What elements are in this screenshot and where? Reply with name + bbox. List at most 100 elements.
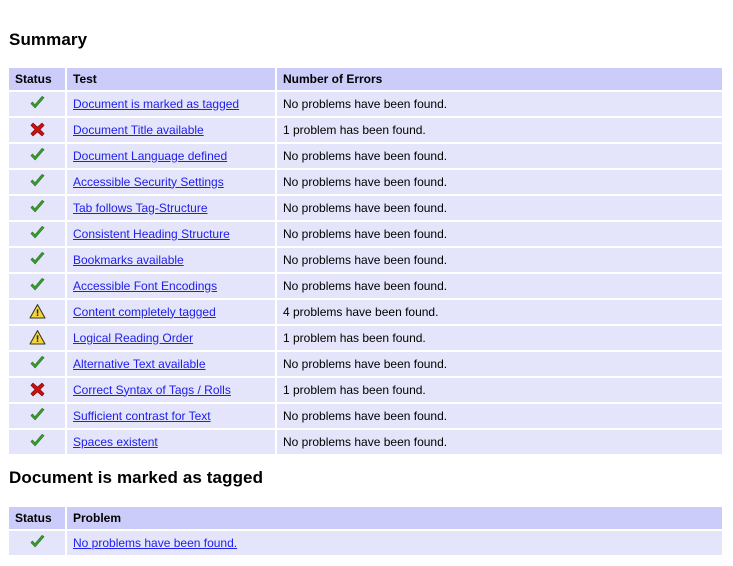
- test-name-link[interactable]: Bookmarks available: [73, 253, 184, 267]
- table-row: Accessible Security Settings No problems …: [9, 170, 722, 194]
- warning-icon: [28, 329, 46, 346]
- summary-table: Status Test Number of Errors Document is…: [7, 66, 724, 456]
- error-count-text: 1 problem has been found.: [277, 378, 722, 402]
- test-name-cell: Alternative Text available: [67, 352, 275, 376]
- test-name-link[interactable]: Logical Reading Order: [73, 331, 193, 345]
- detail-table-body: No problems have been found.: [9, 531, 722, 555]
- test-name-cell: Accessible Font Encodings: [67, 274, 275, 298]
- test-name-cell: Document Title available: [67, 118, 275, 142]
- status-cell: [9, 404, 65, 428]
- test-name-link[interactable]: Accessible Font Encodings: [73, 279, 217, 293]
- status-cell: [9, 144, 65, 168]
- status-cell: [9, 118, 65, 142]
- column-header-status: Status: [9, 507, 65, 529]
- check-icon: [29, 95, 46, 112]
- status-cell: [9, 326, 65, 350]
- summary-heading: Summary: [9, 30, 88, 49]
- column-header-number-of-errors: Number of Errors: [277, 68, 722, 90]
- check-icon: [29, 251, 46, 268]
- summary-table-body: Document is marked as tagged No problems …: [9, 92, 722, 454]
- error-count-text: No problems have been found.: [277, 170, 722, 194]
- test-name-link[interactable]: Content completely tagged: [73, 305, 216, 319]
- problem-description-link[interactable]: No problems have been found.: [73, 536, 237, 550]
- test-name-link[interactable]: Consistent Heading Structure: [73, 227, 230, 241]
- error-count-text: No problems have been found.: [277, 352, 722, 376]
- check-icon: [29, 277, 46, 294]
- error-count-text: No problems have been found.: [277, 92, 722, 116]
- table-row: Spaces existent No problems have been fou…: [9, 430, 722, 454]
- test-name-link[interactable]: Sufficient contrast for Text: [73, 409, 211, 423]
- check-icon: [29, 147, 46, 164]
- table-row: Document Title available 1 problem has be…: [9, 118, 722, 142]
- status-cell: [9, 378, 65, 402]
- status-cell: [9, 352, 65, 376]
- test-name-link[interactable]: Document Title available: [73, 123, 204, 137]
- error-count-text: 1 problem has been found.: [277, 118, 722, 142]
- detail-table-header-row: Status Problem: [9, 507, 722, 529]
- status-cell: [9, 531, 65, 555]
- status-cell: [9, 430, 65, 454]
- table-row: Document Language defined No problems hav…: [9, 144, 722, 168]
- check-icon: [29, 173, 46, 190]
- check-icon: [29, 433, 46, 450]
- test-name-cell: Bookmarks available: [67, 248, 275, 272]
- error-count-text: No problems have been found.: [277, 430, 722, 454]
- status-cell: [9, 170, 65, 194]
- error-count-text: No problems have been found.: [277, 274, 722, 298]
- test-name-cell: Sufficient contrast for Text: [67, 404, 275, 428]
- test-name-link[interactable]: Document is marked as tagged: [73, 97, 239, 111]
- summary-table-header-row: Status Test Number of Errors: [9, 68, 722, 90]
- table-row: Content completely tagged 4 problems have…: [9, 300, 722, 324]
- table-row: Accessible Font Encodings No problems hav…: [9, 274, 722, 298]
- check-icon: [29, 407, 46, 424]
- table-row: Bookmarks available No problems have been…: [9, 248, 722, 272]
- error-count-text: No problems have been found.: [277, 196, 722, 220]
- status-cell: [9, 196, 65, 220]
- table-row: No problems have been found.: [9, 531, 722, 555]
- problem-description-cell: No problems have been found.: [67, 531, 722, 555]
- error-count-text: No problems have been found.: [277, 404, 722, 428]
- test-name-link[interactable]: Accessible Security Settings: [73, 175, 224, 189]
- detail-heading: Document is marked as tagged: [9, 468, 264, 487]
- test-name-cell: Tab follows Tag-Structure: [67, 196, 275, 220]
- test-name-cell: Content completely tagged: [67, 300, 275, 324]
- column-header-problem: Problem: [67, 507, 722, 529]
- test-name-cell: Consistent Heading Structure: [67, 222, 275, 246]
- error-count-text: No problems have been found.: [277, 222, 722, 246]
- table-row: Document is marked as tagged No problems …: [9, 92, 722, 116]
- column-header-status: Status: [9, 68, 65, 90]
- report-page: Summary Status Test Number of Errors Doc…: [0, 0, 733, 566]
- status-cell: [9, 300, 65, 324]
- test-name-cell: Logical Reading Order: [67, 326, 275, 350]
- table-row: Tab follows Tag-Structure No problems hav…: [9, 196, 722, 220]
- test-name-link[interactable]: Alternative Text available: [73, 357, 206, 371]
- test-name-link[interactable]: Correct Syntax of Tags / Rolls: [73, 383, 231, 397]
- test-name-link[interactable]: Document Language defined: [73, 149, 227, 163]
- test-name-cell: Spaces existent: [67, 430, 275, 454]
- status-cell: [9, 274, 65, 298]
- check-icon: [29, 225, 46, 242]
- table-row: Sufficient contrast for Text No problems …: [9, 404, 722, 428]
- cross-icon: [29, 121, 46, 138]
- table-row: Consistent Heading Structure No problems …: [9, 222, 722, 246]
- check-icon: [29, 199, 46, 216]
- status-cell: [9, 248, 65, 272]
- status-cell: [9, 92, 65, 116]
- test-name-link[interactable]: Spaces existent: [73, 435, 158, 449]
- table-row: Correct Syntax of Tags / Rolls 1 problem …: [9, 378, 722, 402]
- error-count-text: No problems have been found.: [277, 248, 722, 272]
- warning-icon: [28, 303, 46, 320]
- test-name-cell: Correct Syntax of Tags / Rolls: [67, 378, 275, 402]
- table-row: Alternative Text available No problems ha…: [9, 352, 722, 376]
- check-icon: [29, 355, 46, 372]
- table-row: Logical Reading Order 1 problem has been …: [9, 326, 722, 350]
- test-name-cell: Document is marked as tagged: [67, 92, 275, 116]
- error-count-text: 1 problem has been found.: [277, 326, 722, 350]
- test-name-link[interactable]: Tab follows Tag-Structure: [73, 201, 208, 215]
- detail-table: Status Problem No problems have been fou…: [7, 505, 724, 557]
- test-name-cell: Document Language defined: [67, 144, 275, 168]
- cross-icon: [29, 381, 46, 398]
- column-header-test: Test: [67, 68, 275, 90]
- check-icon: [29, 534, 46, 551]
- error-count-text: 4 problems have been found.: [277, 300, 722, 324]
